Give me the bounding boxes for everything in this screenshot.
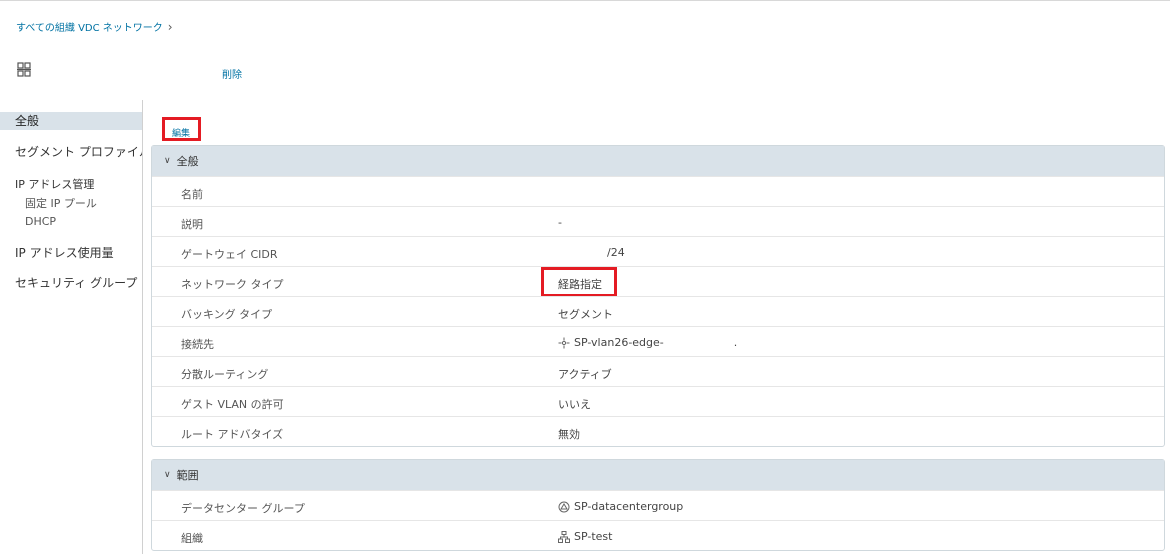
row-key: 分散ルーティング [181,368,269,381]
row-value: 無効 [558,428,580,441]
row-value-gateway-cidr: /24 [607,246,625,259]
organization-link[interactable]: SP-test [574,530,612,543]
row-key: 説明 [181,218,203,231]
breadcrumb[interactable]: すべての組織 VDC ネットワーク › [16,19,173,35]
delete-button[interactable]: 削除 [222,66,242,81]
table-row: ゲスト VLAN の許可 いいえ [152,386,1164,416]
table-row: バッキング タイプ セグメント [152,296,1164,326]
table-row: 分散ルーティング アクティブ [152,356,1164,386]
row-value: セグメント [558,308,613,321]
table-row: ネットワーク タイプ 経路指定 [152,266,1164,297]
table-row: ゲートウェイ CIDR /24 [152,236,1164,266]
general-card-header[interactable]: ∨ 全般 [152,146,1164,176]
top-divider [0,0,1170,1]
row-key: 名前 [181,188,203,201]
general-card: ∨ 全般 名前 説明 - ゲートウェイ CIDR /24 ネットワーク タイプ … [151,145,1165,447]
datacenter-group-link[interactable]: SP-datacentergroup [574,500,683,513]
organization-icon [558,530,570,543]
row-key: バッキング タイプ [181,308,273,321]
edge-gateway-icon [558,337,570,348]
sidebar-item-static-ip-pool[interactable]: 固定 IP プール [25,195,97,211]
row-key: データセンター グループ [181,502,305,515]
chevron-right-icon: › [167,19,173,34]
datacenter-group-icon [558,501,570,512]
breadcrumb-link[interactable]: すべての組織 VDC ネットワーク [16,19,163,34]
row-value-connected-to: SP-vlan26-edge- . [558,336,737,349]
row-value: いいえ [558,398,591,411]
row-value: アクティブ [558,368,612,381]
chevron-down-icon: ∨ [164,470,171,480]
row-key: ゲートウェイ CIDR [181,248,278,261]
table-row: 組織 SP-test [152,520,1164,550]
chevron-down-icon: ∨ [164,156,171,166]
table-row: 名前 [152,176,1164,206]
network-icon [17,62,31,77]
sidebar-item-ip-usage[interactable]: IP アドレス使用量 [0,244,142,262]
edit-highlight: 編集 [162,117,201,141]
sidebar-item-security-group[interactable]: セキュリティ グループ [0,274,142,292]
general-card-title: 全般 [176,155,199,168]
scope-card-header[interactable]: ∨ 範囲 [152,460,1164,490]
row-value-organization: SP-test [558,530,612,543]
sidebar-nav: 全般 セグメント プロファイル IP アドレス管理 固定 IP プール DHCP… [0,100,143,554]
table-row: 説明 - [152,206,1164,236]
row-key: ゲスト VLAN の許可 [181,398,284,411]
table-row: ルート アドバタイズ 無効 [152,416,1164,446]
table-row: データセンター グループ SP-datacentergroup [152,490,1164,520]
scope-card: ∨ 範囲 データセンター グループ SP-datacentergroup 組織 … [151,459,1165,551]
row-key: 組織 [181,532,203,545]
sidebar-item-dhcp[interactable]: DHCP [25,215,56,228]
edge-gateway-link[interactable]: SP-vlan26-edge- [574,336,664,349]
sidebar-item-segment-profile[interactable]: セグメント プロファイル [0,143,142,161]
edit-button[interactable]: 編集 [172,126,190,139]
row-value-network-type: 経路指定 [558,278,602,291]
row-key: ルート アドバタイズ [181,428,284,441]
row-value: - [558,216,562,229]
row-key: ネットワーク タイプ [181,278,284,291]
scope-card-title: 範囲 [176,469,199,482]
row-value-datacenter-group: SP-datacentergroup [558,500,683,513]
sidebar-heading-ip-management: IP アドレス管理 [15,178,95,191]
row-key: 接続先 [181,338,214,351]
table-row: 接続先 SP-vlan26-edge- . [152,326,1164,356]
sidebar-item-general[interactable]: 全般 [0,112,142,130]
edge-gateway-suffix: . [733,336,738,349]
